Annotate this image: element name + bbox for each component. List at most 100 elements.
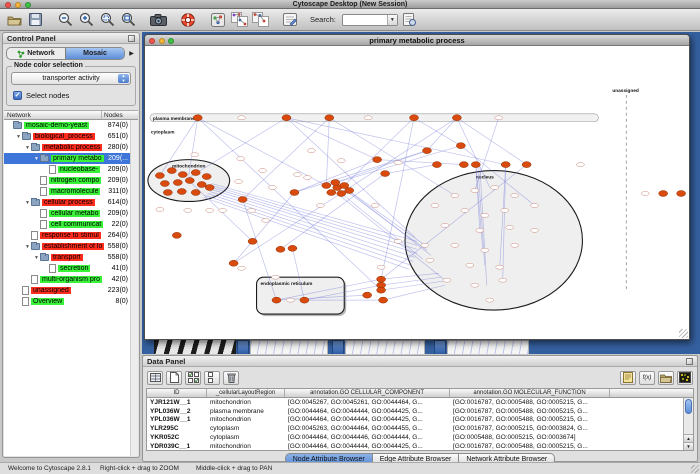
graph-edge[interactable] bbox=[204, 197, 409, 269]
graph-gene-node[interactable] bbox=[677, 191, 686, 197]
network-zoom-button[interactable] bbox=[168, 38, 174, 44]
table-column-header[interactable]: annotation.GO CELLULAR_COMPONENT bbox=[285, 389, 450, 397]
graph-label-node[interactable] bbox=[259, 169, 267, 173]
network-svg[interactable]: plasma membrane cytoplasm mitochondrion … bbox=[145, 46, 689, 339]
graph-label-node[interactable] bbox=[421, 243, 429, 247]
matrix-view-icon[interactable] bbox=[677, 371, 693, 385]
tree-row[interactable]: unassigned223(0) bbox=[4, 285, 130, 296]
graph-gene-node[interactable] bbox=[288, 245, 297, 251]
delete-attribute-icon[interactable] bbox=[223, 371, 239, 385]
tree-expand-icon[interactable]: ▼ bbox=[33, 156, 40, 162]
graph-label-node[interactable] bbox=[206, 208, 214, 212]
graph-gene-node[interactable] bbox=[522, 162, 531, 168]
control-panel-detach-icon[interactable] bbox=[128, 35, 135, 42]
table-row[interactable]: YDR039C__1mitochondrion[GO:0044464, GO:0… bbox=[147, 442, 683, 450]
graph-gene-node[interactable] bbox=[373, 157, 382, 163]
zoom-out-icon[interactable] bbox=[56, 11, 74, 29]
graph-label-node[interactable] bbox=[307, 149, 315, 153]
background-window-overview[interactable] bbox=[154, 340, 236, 354]
graph-label-node[interactable] bbox=[496, 265, 504, 269]
tree-column-network[interactable]: Network bbox=[4, 111, 102, 119]
tree-row[interactable]: multi-organism pro42(0) bbox=[4, 274, 130, 285]
graph-label-node[interactable] bbox=[286, 298, 294, 302]
graph-label-node[interactable] bbox=[262, 218, 270, 222]
graph-gene-node[interactable] bbox=[410, 115, 419, 121]
graph-label-node[interactable] bbox=[364, 116, 372, 120]
graph-gene-node[interactable] bbox=[345, 188, 354, 194]
graph-label-node[interactable] bbox=[394, 161, 402, 165]
network-canvas[interactable]: plasma membrane cytoplasm mitochondrion … bbox=[145, 46, 689, 339]
tree-row[interactable]: Overview8(0) bbox=[4, 296, 130, 307]
graph-label-node[interactable] bbox=[481, 248, 489, 252]
table-row[interactable]: YKR052Ccytoplasm[GO:0044464, GO:0044446,… bbox=[147, 433, 683, 442]
create-new-attribute-icon[interactable] bbox=[166, 371, 182, 385]
graph-label-node[interactable] bbox=[466, 263, 474, 267]
background-window-cap[interactable] bbox=[332, 340, 344, 354]
region-unassigned[interactable]: unassigned bbox=[612, 88, 639, 292]
scroll-up-icon[interactable]: ▲ bbox=[684, 434, 693, 442]
app-resize-grip[interactable] bbox=[691, 465, 699, 473]
tree-expand-icon[interactable]: ▼ bbox=[24, 145, 31, 151]
graph-gene-node[interactable] bbox=[381, 171, 390, 177]
zoom-in-icon[interactable] bbox=[77, 11, 95, 29]
graph-edge[interactable] bbox=[189, 118, 287, 178]
graph-gene-node[interactable] bbox=[422, 148, 431, 154]
tree-expand-icon[interactable]: ▼ bbox=[24, 244, 31, 250]
tree-row[interactable]: response to stimul264(0) bbox=[4, 230, 130, 241]
table-column-header[interactable]: annotation.GO MOLECULAR_FUNCTION bbox=[450, 389, 610, 397]
more-tabs-arrow-icon[interactable]: ▶ bbox=[127, 50, 136, 57]
table-row[interactable]: YJR121W__1mitochondrion[GO:0045267, GO:0… bbox=[147, 398, 683, 407]
tree-row[interactable]: secretion41(0) bbox=[4, 263, 130, 274]
graph-gene-node[interactable] bbox=[377, 276, 386, 282]
table-column-header[interactable]: _cellularLayoutRegion bbox=[207, 389, 285, 397]
unselect-attributes-icon[interactable] bbox=[204, 371, 220, 385]
region-plasma-membrane[interactable]: plasma membrane bbox=[150, 114, 598, 122]
region-nucleus[interactable]: nucleus bbox=[405, 171, 582, 311]
graph-gene-node[interactable] bbox=[172, 232, 181, 238]
graph-gene-node[interactable] bbox=[238, 196, 247, 202]
graph-label-node[interactable] bbox=[269, 186, 277, 190]
graph-label-node[interactable] bbox=[471, 189, 479, 193]
graph-gene-node[interactable] bbox=[185, 178, 194, 184]
node-color-dropdown[interactable]: transporter activity ▲▼ bbox=[11, 72, 131, 85]
graph-gene-node[interactable] bbox=[459, 162, 468, 168]
graph-label-node[interactable] bbox=[235, 180, 243, 184]
graph-gene-node[interactable] bbox=[432, 162, 441, 168]
graph-gene-node[interactable] bbox=[248, 238, 257, 244]
graph-gene-node[interactable] bbox=[659, 191, 668, 197]
graph-label-node[interactable] bbox=[451, 193, 459, 197]
network-close-button[interactable] bbox=[149, 38, 155, 44]
graph-label-node[interactable] bbox=[191, 153, 199, 157]
graph-gene-node[interactable] bbox=[193, 115, 202, 121]
graph-label-node[interactable] bbox=[238, 116, 246, 120]
graph-gene-node[interactable] bbox=[327, 190, 336, 196]
graph-edge[interactable] bbox=[206, 195, 411, 265]
region-endoplasmic-reticulum[interactable]: endoplasmic reticulum bbox=[257, 277, 347, 316]
background-window-cap[interactable] bbox=[434, 340, 446, 354]
merge-networks-icon[interactable] bbox=[230, 11, 248, 29]
graph-gene-node[interactable] bbox=[322, 183, 331, 189]
graph-label-node[interactable] bbox=[531, 228, 539, 232]
tree-row[interactable]: ▼primary metabo209(... bbox=[4, 153, 130, 164]
tab-mosaic[interactable]: Mosaic bbox=[65, 48, 124, 59]
graph-label-node[interactable] bbox=[426, 258, 434, 262]
graph-label-node[interactable] bbox=[576, 163, 584, 167]
background-window-cap[interactable] bbox=[237, 340, 249, 354]
data-panel-detach-icon[interactable] bbox=[686, 358, 693, 365]
background-window-strip[interactable] bbox=[250, 340, 328, 354]
graph-edge[interactable] bbox=[198, 118, 381, 290]
graph-gene-node[interactable] bbox=[471, 162, 480, 168]
graph-gene-node[interactable] bbox=[325, 115, 334, 121]
search-options-icon[interactable] bbox=[401, 11, 419, 29]
tree-row[interactable]: macromolecule311(0) bbox=[4, 186, 130, 197]
window-resize-grip[interactable] bbox=[679, 329, 688, 338]
import-attributes-icon[interactable] bbox=[658, 371, 674, 385]
notes-icon[interactable] bbox=[620, 371, 636, 385]
graph-label-node[interactable] bbox=[511, 243, 519, 247]
graph-gene-node[interactable] bbox=[160, 181, 169, 187]
tree-row[interactable]: cell communicat22(0) bbox=[4, 219, 130, 230]
tree-row[interactable]: ▼establishment of lo558(0) bbox=[4, 241, 130, 252]
select-attributes-icon[interactable] bbox=[185, 371, 201, 385]
graph-label-node[interactable] bbox=[499, 278, 507, 282]
table-row[interactable]: YLR295Ccytoplasm[GO:0045263, GO:0044464,… bbox=[147, 424, 683, 433]
